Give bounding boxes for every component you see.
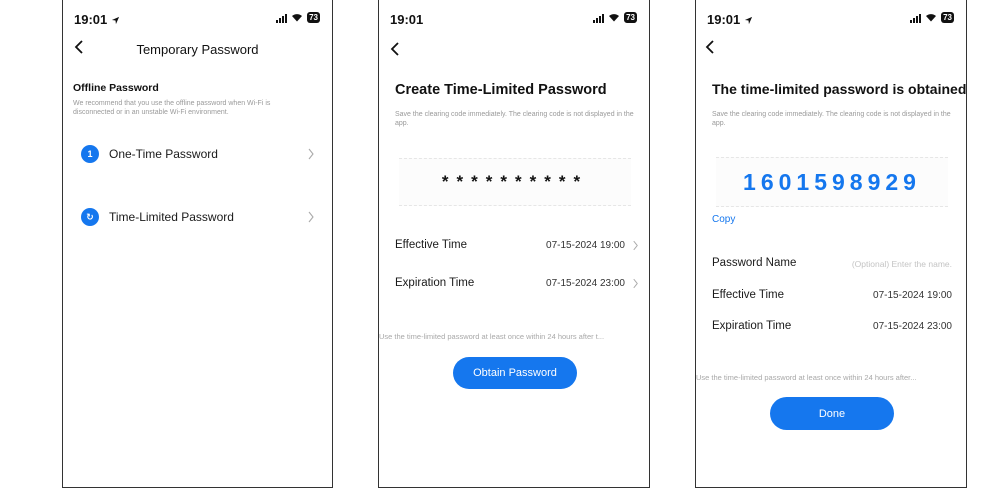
battery-icon: 73 [941, 12, 954, 23]
chevron-right-icon [633, 240, 638, 251]
back-chevron-icon[interactable] [702, 38, 720, 56]
status-time: 19:01 [390, 12, 423, 27]
done-button[interactable]: Done [770, 397, 894, 430]
password-name-row[interactable]: Password Name (Optional) Enter the name. [712, 255, 952, 273]
battery-icon: 73 [307, 12, 320, 23]
password-box: ********** [399, 158, 631, 206]
expiration-time-value: 07-15-2024 23:00 [546, 278, 625, 289]
expiration-time-row[interactable]: Expiration Time 07-15-2024 23:00 [395, 275, 639, 293]
effective-time-value: 07-15-2024 19:00 [873, 290, 952, 301]
obtained-password: 1601598929 [743, 169, 921, 195]
wifi-icon [609, 14, 620, 22]
copy-link[interactable]: Copy [712, 214, 735, 225]
page-heading: Create Time-Limited Password [395, 82, 607, 98]
location-arrow-icon [744, 16, 752, 25]
status-time: 19:01 [74, 12, 120, 27]
phone-screen-temporary-password: 19:01 73 Temporary Password Offline Pass… [62, 0, 333, 488]
effective-time-label: Effective Time [395, 239, 468, 251]
cellular-signal-icon [593, 13, 605, 23]
section-title: Offline Password [73, 82, 159, 94]
status-indicators: 73 [910, 12, 954, 23]
menu-item-label: One-Time Password [109, 147, 218, 161]
phone-screen-create-password: 19:01 73 Create Time-Limited Password Sa… [378, 0, 650, 488]
cellular-signal-icon [276, 13, 288, 23]
expiration-time-label: Expiration Time [395, 277, 475, 289]
page-heading: The time-limited password is obtained. [712, 81, 967, 97]
cellular-signal-icon [910, 13, 922, 23]
effective-time-label: Effective Time [712, 289, 785, 301]
menu-item-label: Time-Limited Password [109, 210, 234, 224]
effective-time-row: Effective Time 07-15-2024 19:00 [712, 287, 952, 305]
masked-password: ********** [441, 172, 589, 191]
page-title: Temporary Password [136, 42, 259, 57]
refresh-icon: ↻ [81, 208, 99, 226]
status-time: 19:01 [707, 12, 753, 27]
expiration-time-row: Expiration Time 07-15-2024 23:00 [712, 318, 952, 336]
expiration-time-label: Expiration Time [712, 320, 792, 332]
menu-item-time-limited-password[interactable]: ↻ Time-Limited Password [81, 204, 315, 230]
password-name-input[interactable]: (Optional) Enter the name. [852, 259, 952, 269]
usage-note: Use the time-limited password at least o… [379, 332, 605, 341]
chevron-right-icon [308, 211, 314, 223]
obtain-password-button[interactable]: Obtain Password [453, 357, 577, 389]
location-arrow-icon [111, 16, 119, 25]
password-name-label: Password Name [712, 257, 797, 269]
battery-icon: 73 [624, 12, 637, 23]
page-description: Save the clearing code immediately. The … [712, 111, 951, 127]
status-indicators: 73 [276, 12, 320, 23]
number-one-icon: 1 [81, 145, 99, 163]
page-description: Save the clearing code immediately. The … [395, 111, 634, 127]
wifi-icon [292, 14, 303, 22]
usage-note: Use the time-limited password at least o… [696, 373, 917, 382]
effective-time-value: 07-15-2024 19:00 [546, 240, 625, 251]
expiration-time-value: 07-15-2024 23:00 [873, 321, 952, 332]
menu-item-one-time-password[interactable]: 1 One-Time Password [81, 141, 315, 167]
phone-screen-password-obtained: 19:01 73 The time-limited password is ob… [695, 0, 967, 488]
status-time-text: 19:01 [390, 12, 424, 27]
status-time-text: 19:01 [74, 12, 108, 27]
chevron-right-icon [308, 148, 314, 160]
password-box: 1601598929 [716, 157, 948, 207]
effective-time-row[interactable]: Effective Time 07-15-2024 19:00 [395, 237, 639, 255]
section-description: We recommend that you use the offline pa… [73, 100, 271, 116]
status-time-text: 19:01 [707, 12, 741, 27]
back-chevron-icon[interactable] [387, 40, 405, 58]
wifi-icon [926, 14, 937, 22]
chevron-right-icon [633, 278, 638, 289]
status-indicators: 73 [593, 12, 637, 23]
